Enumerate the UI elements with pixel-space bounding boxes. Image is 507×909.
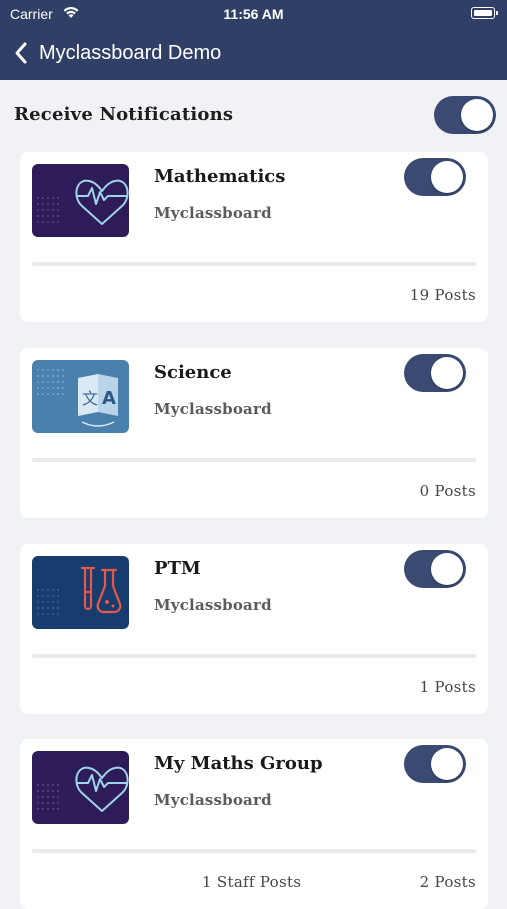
toggle-knob (431, 161, 463, 193)
receive-notifications-toggle[interactable] (434, 96, 496, 134)
battery-icon (471, 7, 498, 19)
toggle-knob (461, 99, 493, 131)
course-toggle-ptm[interactable] (404, 550, 466, 588)
lab-flask-icon (32, 556, 129, 629)
staff-posts-count: 1 Staff Posts (202, 873, 302, 891)
card-divider (32, 654, 476, 658)
card-divider (32, 458, 476, 462)
course-card-mathematics[interactable]: Mathematics Myclassboard 19 Posts (20, 152, 488, 322)
navigation-bar: Myclassboard Demo (0, 36, 507, 70)
status-time: 11:56 AM (223, 6, 284, 22)
chevron-left-icon (15, 42, 27, 64)
posts-count: 0 Posts (419, 482, 476, 500)
course-name: Science (154, 362, 232, 383)
course-card-ptm[interactable]: PTM Myclassboard 1 Posts (20, 544, 488, 714)
heart-pulse-icon (32, 751, 129, 824)
course-toggle-mathematics[interactable] (404, 158, 466, 196)
course-org: Myclassboard (154, 596, 272, 614)
course-card-my-maths-group[interactable]: My Maths Group Myclassboard 1 Staff Post… (20, 739, 488, 909)
course-org: Myclassboard (154, 791, 272, 809)
page-title: Myclassboard Demo (39, 41, 222, 64)
receive-notifications-row: Receive Notifications (0, 96, 507, 136)
posts-count: 2 Posts (419, 873, 476, 891)
course-toggle-my-maths-group[interactable] (404, 745, 466, 783)
svg-text:A: A (102, 388, 116, 409)
svg-text:文: 文 (82, 389, 98, 408)
course-org: Myclassboard (154, 400, 272, 418)
course-org: Myclassboard (154, 204, 272, 222)
course-name: PTM (154, 558, 201, 579)
course-name: Mathematics (154, 166, 286, 187)
receive-notifications-label: Receive Notifications (14, 104, 234, 125)
course-toggle-science[interactable] (404, 354, 466, 392)
translate-book-icon: 文 A (32, 360, 129, 433)
heart-pulse-icon (32, 164, 129, 237)
back-button[interactable]: Myclassboard Demo (12, 36, 221, 70)
status-bar: Carrier 11:56 AM (0, 0, 507, 28)
course-card-science[interactable]: 文 A Science Myclassboard 0 Posts (20, 348, 488, 518)
posts-count: 19 Posts (409, 286, 476, 304)
card-divider (32, 849, 476, 853)
top-bar: Carrier 11:56 AM Myclassboard Demo (0, 0, 507, 80)
toggle-knob (431, 357, 463, 389)
posts-count: 1 Posts (419, 678, 476, 696)
toggle-knob (431, 553, 463, 585)
card-divider (32, 262, 476, 266)
course-name: My Maths Group (154, 753, 323, 774)
toggle-knob (431, 748, 463, 780)
